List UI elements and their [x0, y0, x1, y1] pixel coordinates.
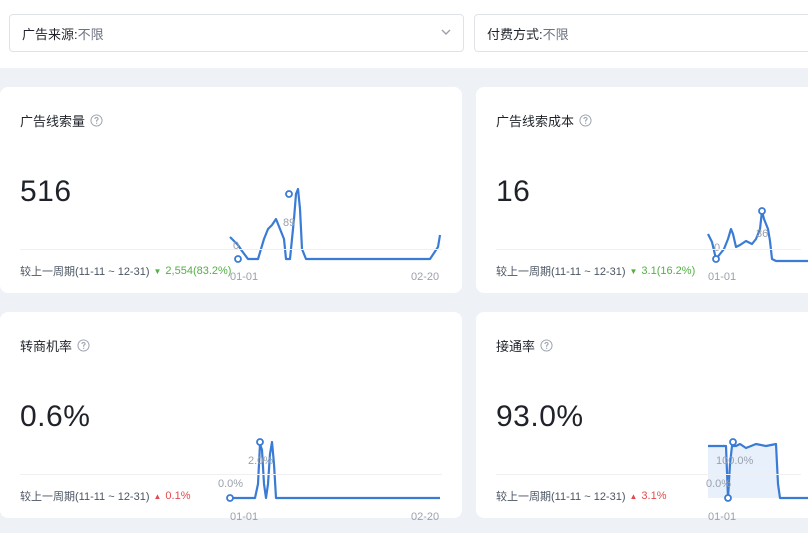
max-value-label: 2.0% [248, 455, 273, 467]
min-value-label: 0 [714, 242, 720, 254]
card-divider [496, 474, 801, 475]
sparkline-chart: 0.0% 100.0% 01-01 [706, 438, 808, 523]
metric-card-connect-rate: 接通率 93.0% 0.0% 100.0% 01-01 较上一周期(11-11 … [476, 312, 808, 523]
payment-method-select[interactable]: 付费方式: 不限 [474, 14, 808, 52]
metric-card-opportunity-rate: 转商机率 0.6% 0.0% 2.0% 01-01 02-20 较上一周期(11… [0, 312, 462, 523]
ad-source-value: 不限 [77, 26, 104, 42]
metric-title: 接通率 [496, 336, 553, 355]
metric-value: 516 [20, 175, 72, 208]
max-point-marker [256, 438, 264, 446]
max-value-label: 100.0% [716, 455, 754, 467]
sparkline-chart: 0 89 01-01 02-20 [229, 187, 442, 283]
card-divider [20, 249, 442, 250]
x-start-label: 01-01 [230, 511, 258, 523]
metric-title: 广告线索成本 [496, 111, 592, 130]
metric-title-text: 广告线索量 [20, 114, 86, 129]
card-divider [496, 249, 801, 250]
max-point-marker [729, 438, 737, 446]
max-point-marker [758, 207, 766, 215]
sparkline-line [230, 440, 440, 500]
sparkline-chart: 0.0% 2.0% 01-01 02-20 [218, 438, 440, 523]
next-card-edge [0, 533, 808, 545]
metric-title-text: 接通率 [496, 339, 536, 354]
min-point-marker [724, 494, 732, 502]
comparison-row: 较上一周期(11-11 ~ 12-31) ▲ 3.1% [496, 488, 667, 504]
max-value-label: 36 [756, 228, 768, 240]
filter-bar: 广告来源: 不限 付费方式: 不限 [0, 0, 808, 68]
max-value-label: 89 [283, 217, 295, 229]
payment-method-value: 不限 [542, 26, 569, 42]
metric-value: 93.0% [496, 400, 584, 433]
max-point-marker [285, 190, 293, 198]
min-point-marker [712, 255, 720, 263]
comparison-row: 较上一周期(11-11 ~ 12-31) ▼ 2,554(83.2%) [20, 263, 231, 279]
trend-down-icon: ▼ [153, 266, 162, 276]
min-value-label: 0.0% [218, 478, 243, 490]
comparison-change: 3.1(16.2%) [641, 265, 696, 277]
min-value-label: 0 [233, 240, 239, 252]
payment-method-label: 付费方式: [487, 26, 543, 42]
x-end-label: 02-20 [411, 511, 439, 523]
x-end-label: 02-20 [411, 271, 439, 283]
card-divider [20, 474, 442, 475]
comparison-label: 较上一周期(11-11 ~ 12-31) [20, 266, 150, 278]
trend-up-icon: ▲ [153, 491, 162, 501]
metric-card-ad-lead-cost: 广告线索成本 16 0 36 01-01 较上一周期(11-11 ~ 12-31… [476, 87, 808, 293]
ad-source-select[interactable]: 广告来源: 不限 [9, 14, 464, 52]
comparison-change: 3.1% [641, 490, 667, 502]
trend-up-icon: ▲ [629, 491, 638, 501]
comparison-row: 较上一周期(11-11 ~ 12-31) ▼ 3.1(16.2%) [496, 263, 695, 279]
help-icon[interactable] [579, 114, 592, 127]
x-start-label: 01-01 [708, 511, 736, 523]
metric-title: 转商机率 [20, 336, 90, 355]
ad-source-label: 广告来源: [22, 26, 78, 42]
comparison-label: 较上一周期(11-11 ~ 12-31) [496, 266, 626, 278]
min-point-marker [226, 494, 234, 502]
trend-down-icon: ▼ [629, 266, 638, 276]
metric-title: 广告线索量 [20, 111, 103, 130]
min-value-label: 0.0% [706, 478, 731, 490]
metric-title-text: 转商机率 [20, 339, 73, 354]
metric-card-ad-leads: 广告线索量 516 0 89 01-01 02-20 较上一周期(11-11 ~… [0, 87, 462, 293]
help-icon[interactable] [90, 114, 103, 127]
min-point-marker [234, 255, 242, 263]
metric-title-text: 广告线索成本 [496, 114, 575, 129]
comparison-label: 较上一周期(11-11 ~ 12-31) [496, 491, 626, 503]
help-icon[interactable] [540, 339, 553, 352]
x-start-label: 01-01 [230, 271, 258, 283]
comparison-row: 较上一周期(11-11 ~ 12-31) ▲ 0.1% [20, 488, 191, 504]
chevron-down-icon [441, 29, 451, 35]
comparison-label: 较上一周期(11-11 ~ 12-31) [20, 491, 150, 503]
metric-value: 16 [496, 175, 531, 208]
comparison-change: 0.1% [165, 490, 191, 502]
x-start-label: 01-01 [708, 271, 736, 283]
help-icon[interactable] [77, 339, 90, 352]
metric-value: 0.6% [20, 400, 91, 433]
sparkline-chart: 0 36 01-01 [707, 207, 808, 283]
comparison-change: 2,554(83.2%) [165, 265, 232, 277]
